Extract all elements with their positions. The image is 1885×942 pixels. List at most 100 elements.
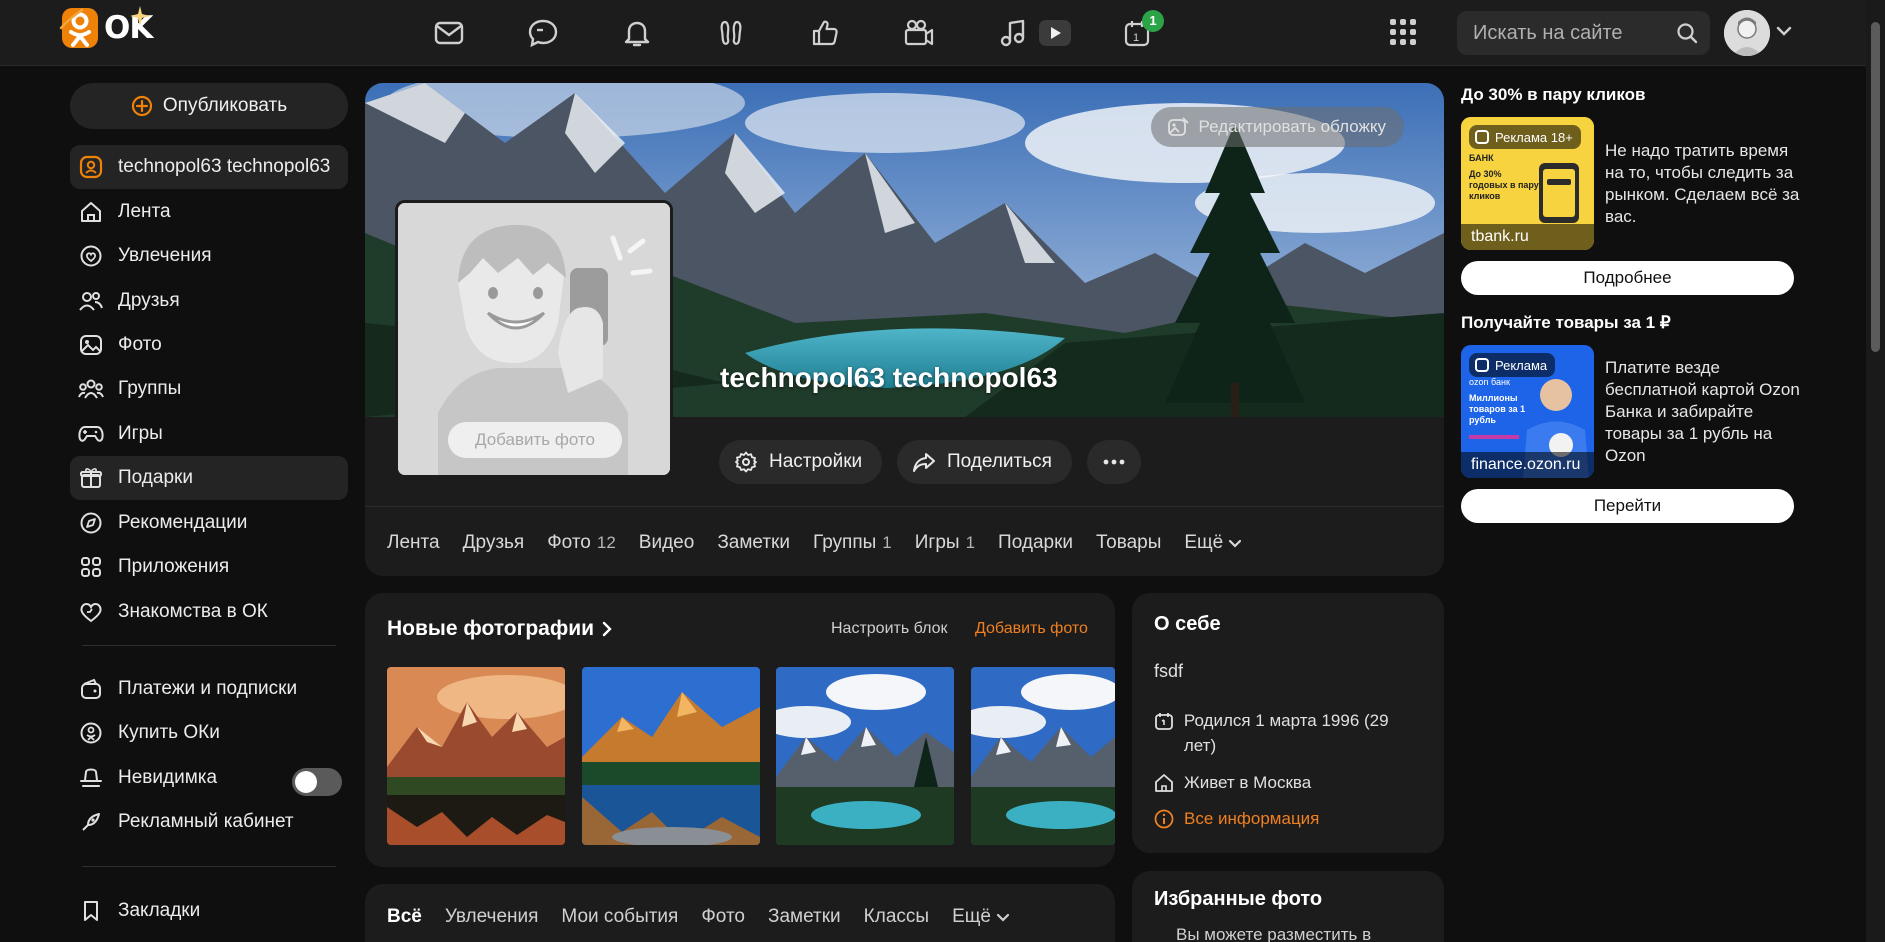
- add-photo-button[interactable]: Добавить фото: [448, 422, 622, 458]
- like-icon[interactable]: [804, 12, 846, 54]
- ad-more-button[interactable]: Подробнее: [1461, 261, 1794, 295]
- sparkle-icon: [130, 6, 150, 26]
- ad-go-button[interactable]: Перейти: [1461, 489, 1794, 523]
- info-icon: [1154, 806, 1176, 831]
- publish-button[interactable]: Опубликовать: [70, 83, 348, 129]
- more-actions-button[interactable]: [1087, 440, 1141, 484]
- photo-thumbnail[interactable]: [971, 667, 1115, 845]
- plus-circle-icon: [131, 95, 152, 117]
- sidebar-item-invisible[interactable]: Невидимка: [70, 756, 290, 800]
- feed-tab-notes[interactable]: Заметки: [768, 906, 841, 928]
- tab-count: 1: [965, 533, 976, 552]
- feed-tab-photos[interactable]: Фото: [701, 906, 745, 928]
- guests-icon[interactable]: [710, 12, 752, 54]
- page-scrollbar[interactable]: [1866, 0, 1885, 942]
- sidebar-item-gifts[interactable]: Подарки: [70, 456, 348, 500]
- favorite-photos-subtitle: Вы можете разместить в: [1176, 925, 1372, 942]
- ad-text[interactable]: Не надо тратить время на то, чтобы следи…: [1605, 140, 1801, 228]
- configure-block-link[interactable]: Настроить блок: [831, 620, 947, 638]
- sidebar-item-ad-cabinet[interactable]: Рекламный кабинет: [70, 800, 348, 844]
- search-input[interactable]: [1473, 11, 1673, 55]
- tab-groups[interactable]: Группы 1: [813, 532, 892, 554]
- sidebar-item-bookmarks[interactable]: Закладки: [70, 889, 348, 933]
- user-avatar[interactable]: [1724, 10, 1770, 56]
- tab-more[interactable]: Ещё: [1184, 532, 1242, 554]
- new-photos-title[interactable]: Новые фотографии: [387, 617, 612, 641]
- profile-icon: [78, 154, 104, 180]
- add-photo-link[interactable]: Добавить фото: [975, 620, 1088, 638]
- tab-notes[interactable]: Заметки: [717, 532, 790, 554]
- events-icon[interactable]: [898, 12, 940, 54]
- birthday-text: Родился 1 марта 1996 (29 лет): [1183, 711, 1389, 755]
- all-info-text: Все информация: [1184, 809, 1320, 828]
- sidebar-item-photos[interactable]: Фото: [70, 323, 348, 367]
- tab-feed[interactable]: Лента: [387, 532, 440, 554]
- invisible-toggle[interactable]: [292, 768, 342, 796]
- sidebar-item-buy-oks[interactable]: Купить ОКи: [70, 711, 348, 755]
- ok-logo[interactable]: OK: [59, 6, 153, 48]
- sidebar-item-payments[interactable]: Платежи и подписки: [70, 667, 348, 711]
- feed-tab-all[interactable]: Всё: [387, 906, 422, 928]
- ads-cabinet-icon: [78, 809, 104, 835]
- sidebar-item-feed[interactable]: Лента: [70, 190, 348, 234]
- sidebar-item-label: Рекомендации: [118, 512, 248, 533]
- card-divider: [365, 506, 1444, 507]
- settings-button[interactable]: Настройки: [719, 440, 883, 484]
- photo-thumbnail[interactable]: [776, 667, 954, 845]
- sidebar-item-apps[interactable]: Приложения: [70, 545, 348, 589]
- ad-title[interactable]: До 30% в пару кликов: [1461, 85, 1646, 105]
- publish-label: Опубликовать: [162, 95, 288, 116]
- friends-icon: [78, 288, 104, 314]
- photo-icon: [78, 332, 104, 358]
- notifications-badge: 1: [1142, 10, 1164, 32]
- music-icon[interactable]: [992, 12, 1034, 54]
- compass-icon: [78, 510, 104, 536]
- sidebar-item-games[interactable]: Игры: [70, 412, 348, 456]
- profile-avatar[interactable]: Добавить фото: [395, 200, 673, 478]
- feed-tab-my-events[interactable]: Мои события: [561, 906, 678, 928]
- mail-icon[interactable]: [428, 12, 470, 54]
- ad-text[interactable]: Платите везде бесплатной картой Ozon Бан…: [1605, 357, 1801, 467]
- tab-games[interactable]: Игры 1: [915, 532, 975, 554]
- sidebar-item-hobbies[interactable]: Увлечения: [70, 234, 348, 278]
- tab-photos[interactable]: Фото 12: [547, 532, 616, 554]
- sidebar-item-friends[interactable]: Друзья: [70, 279, 348, 323]
- feed-tab-classes[interactable]: Классы: [864, 906, 929, 928]
- scrollbar-thumb[interactable]: [1871, 22, 1880, 352]
- ad-image[interactable]: ozon банк Миллионы товаров за 1 рубль Ре…: [1461, 345, 1594, 478]
- new-photos-card: Новые фотографии Настроить блок Добавить…: [365, 593, 1115, 867]
- sidebar-item-label: Знакомства в ОК: [118, 601, 268, 622]
- chevron-down-icon[interactable]: [1776, 26, 1792, 36]
- profile-name: technopol63 technopol63: [720, 362, 1058, 393]
- ad-title[interactable]: Получайте товары за 1 ₽: [1461, 313, 1671, 333]
- feed-tab-hobbies[interactable]: Увлечения: [445, 906, 539, 928]
- edit-cover-button[interactable]: Редактировать обложку: [1150, 107, 1404, 147]
- gear-icon: [735, 451, 757, 473]
- tab-friends[interactable]: Друзья: [463, 532, 525, 554]
- chat-icon[interactable]: [522, 12, 564, 54]
- ad-bank-label: ozon банк: [1469, 377, 1510, 387]
- sidebar-item-profile[interactable]: technopol63 technopol63: [70, 145, 348, 189]
- sidebar-item-label: Фото: [118, 334, 162, 355]
- search-icon[interactable]: [1676, 22, 1698, 44]
- all-info-link[interactable]: Все информация: [1154, 806, 1319, 831]
- tab-products[interactable]: Товары: [1096, 532, 1161, 554]
- calendar-icon[interactable]: 1 1: [1116, 10, 1164, 54]
- ad-image[interactable]: БАНК До 30% годовых в пару кликов Реклам…: [1461, 117, 1594, 250]
- feed-tab-more[interactable]: Ещё: [952, 906, 1010, 928]
- sidebar-item-dating[interactable]: Знакомства в ОК: [70, 590, 348, 634]
- video-icon[interactable]: [1034, 12, 1076, 54]
- share-button[interactable]: Поделиться: [897, 440, 1072, 484]
- ad-chip-icon: [1475, 358, 1489, 372]
- tab-video[interactable]: Видео: [639, 532, 695, 554]
- bell-icon[interactable]: [616, 12, 658, 54]
- sidebar-item-groups[interactable]: Группы: [70, 367, 348, 411]
- photo-thumbnail[interactable]: [387, 667, 565, 845]
- gift-icon: [78, 465, 104, 491]
- apps-grid-icon[interactable]: [1389, 18, 1417, 46]
- photo-thumbnail[interactable]: [582, 667, 760, 845]
- more-dots-icon: [1103, 459, 1125, 465]
- sidebar-item-recommendations[interactable]: Рекомендации: [70, 501, 348, 545]
- heart-icon: [78, 599, 104, 625]
- tab-gifts[interactable]: Подарки: [998, 532, 1073, 554]
